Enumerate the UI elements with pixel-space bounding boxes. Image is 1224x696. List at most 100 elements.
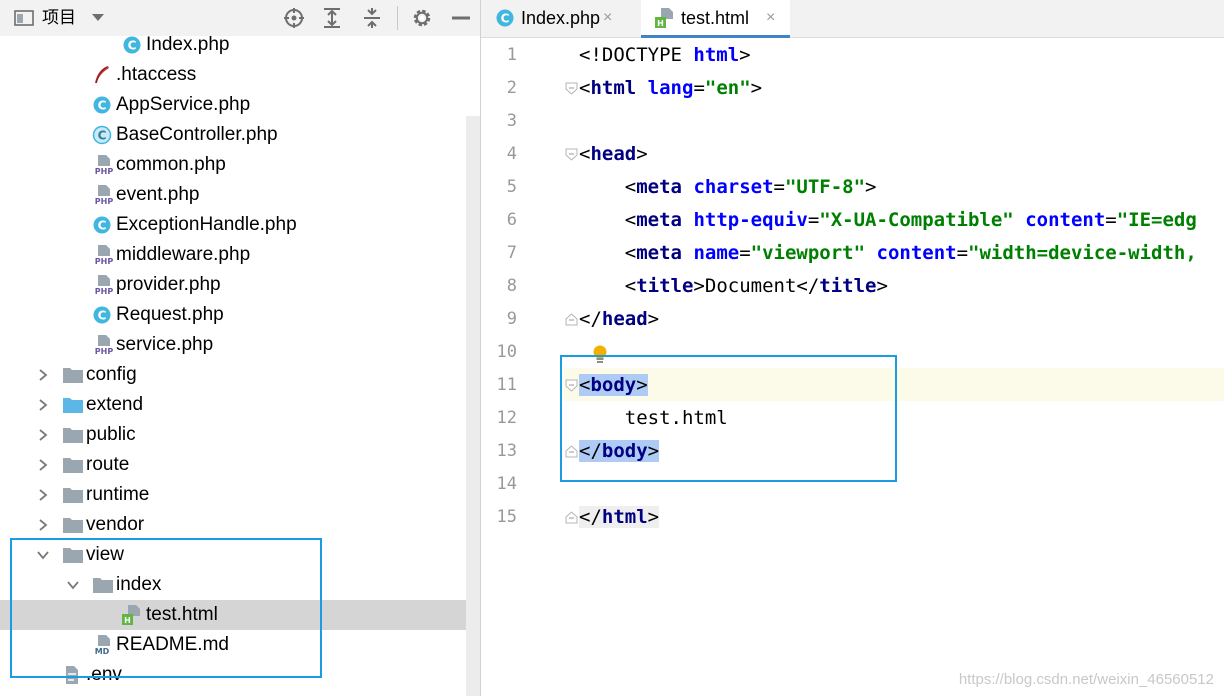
chevron-down-icon[interactable] bbox=[66, 578, 80, 592]
tree-item-label: Request.php bbox=[116, 304, 224, 325]
tree-file-row[interactable]: .env bbox=[0, 660, 480, 690]
tree-folder-row[interactable]: index bbox=[0, 570, 480, 600]
fold-open-icon[interactable] bbox=[565, 148, 578, 161]
tree-file-row[interactable]: PHP event.php bbox=[0, 180, 480, 210]
fold-open-icon[interactable] bbox=[565, 82, 578, 95]
code-token: > bbox=[693, 275, 705, 297]
code-line[interactable]: <title>Document</title> bbox=[579, 270, 888, 303]
code-line[interactable]: </html> bbox=[579, 501, 660, 534]
tree-file-row[interactable]: C BaseController.php bbox=[0, 120, 480, 150]
close-icon[interactable]: × bbox=[603, 0, 612, 36]
tree-file-row[interactable]: PHP common.php bbox=[0, 150, 480, 180]
lightbulb-icon[interactable] bbox=[591, 344, 609, 366]
code-token: <!DOCTYPE bbox=[579, 44, 694, 66]
tree-folder-row[interactable]: public bbox=[0, 420, 480, 450]
line-number-gutter: 1 2 3 4 5 6 7 8 9 10 11 12 13 14 15 bbox=[481, 38, 578, 696]
code-token: </ bbox=[796, 275, 820, 297]
chevron-right-icon[interactable] bbox=[36, 488, 50, 502]
code-token: head bbox=[590, 143, 637, 165]
code-line[interactable]: <body> bbox=[579, 369, 648, 402]
code-line[interactable]: <meta name="viewport" content="width=dev… bbox=[579, 237, 1197, 270]
chevron-right-icon[interactable] bbox=[36, 428, 50, 442]
tree-file-row[interactable]: C Index.php bbox=[0, 30, 480, 60]
code-token: = bbox=[773, 176, 785, 198]
code-line[interactable]: </body> bbox=[579, 435, 660, 468]
line-number: 9 bbox=[506, 309, 517, 329]
tree-file-row[interactable]: PHP middleware.php bbox=[0, 240, 480, 270]
code-token: "IE=edg bbox=[1116, 209, 1197, 231]
code-line[interactable]: <meta http-equiv="X-UA-Compatible" conte… bbox=[579, 204, 1197, 237]
tab-label: test.html bbox=[681, 8, 750, 28]
tree-scrollbar[interactable] bbox=[466, 116, 480, 696]
fold-close-icon[interactable] bbox=[565, 511, 578, 524]
code-line[interactable]: <!DOCTYPE html> bbox=[579, 39, 751, 72]
php-class-icon: C bbox=[122, 35, 142, 55]
chevron-right-icon[interactable] bbox=[36, 458, 50, 472]
editor-tab[interactable]: C Index.php × bbox=[481, 0, 627, 38]
code-token: "viewport" bbox=[750, 242, 866, 264]
tree-file-row[interactable]: C AppService.php bbox=[0, 90, 480, 120]
chevron-right-icon[interactable] bbox=[36, 398, 50, 412]
code-token: head bbox=[601, 308, 648, 330]
fold-close-icon[interactable] bbox=[565, 313, 578, 326]
source-folder-icon bbox=[62, 395, 83, 415]
code-line[interactable]: test.html bbox=[579, 402, 728, 435]
tree-folder-row[interactable]: extend bbox=[0, 390, 480, 420]
tree-file-row[interactable]: .htaccess bbox=[0, 60, 480, 90]
tree-item-label: AppService.php bbox=[116, 94, 251, 115]
code-line[interactable]: <html lang="en"> bbox=[579, 72, 762, 105]
svg-text:C: C bbox=[98, 99, 107, 113]
tree-item-label: vendor bbox=[86, 514, 145, 535]
tree-file-row[interactable]: C Request.php bbox=[0, 300, 480, 330]
fold-close-icon[interactable] bbox=[565, 445, 578, 458]
code-line[interactable]: </head> bbox=[579, 303, 659, 336]
tree-item-label: view bbox=[86, 544, 125, 565]
tree-file-row[interactable]: MD README.md bbox=[0, 630, 480, 660]
svg-text:H: H bbox=[124, 616, 131, 625]
tree-folder-row[interactable]: runtime bbox=[0, 480, 480, 510]
tree-item-label: BaseController.php bbox=[116, 124, 278, 145]
fold-open-icon[interactable] bbox=[565, 379, 578, 392]
tree-item-label: Index.php bbox=[146, 34, 230, 55]
code-token: title bbox=[636, 275, 694, 297]
tree-file-row[interactable]: PHP service.php bbox=[0, 330, 480, 360]
line-number: 7 bbox=[506, 243, 517, 263]
php-file-icon: PHP bbox=[92, 275, 116, 296]
tab-label: Index.php bbox=[521, 8, 601, 28]
editor-tab[interactable]: Htest.html × bbox=[641, 0, 790, 38]
php-file-icon: PHP bbox=[92, 245, 116, 266]
tree-file-row[interactable]: PHP provider.php bbox=[0, 270, 480, 300]
folder-icon bbox=[62, 485, 83, 505]
chevron-right-icon[interactable] bbox=[36, 368, 50, 382]
code-token: html bbox=[590, 77, 637, 99]
project-tool-window: 项目 C Index.php .htaccess C AppService.php C Ba… bbox=[0, 0, 480, 696]
folder-icon bbox=[62, 455, 83, 475]
code-token: lang bbox=[647, 77, 694, 99]
svg-text:H: H bbox=[657, 19, 664, 28]
tree-file-row[interactable]: Htest.html bbox=[0, 600, 480, 630]
php-file-icon: PHP bbox=[92, 155, 116, 176]
tree-item-label: service.php bbox=[116, 334, 214, 355]
tree-item-label: provider.php bbox=[116, 274, 221, 295]
php-file-icon: PHP bbox=[92, 335, 116, 356]
tree-folder-row[interactable]: config bbox=[0, 360, 480, 390]
code-token: < bbox=[624, 275, 637, 297]
code-token: html bbox=[601, 506, 648, 528]
tree-item-label: event.php bbox=[116, 184, 200, 205]
tree-folder-row[interactable]: view bbox=[0, 540, 480, 570]
chevron-right-icon[interactable] bbox=[36, 518, 50, 532]
tree-file-row[interactable]: C ExceptionHandle.php bbox=[0, 210, 480, 240]
tree-item-label: README.md bbox=[116, 634, 229, 655]
close-icon[interactable]: × bbox=[766, 0, 775, 36]
tree-folder-row[interactable]: route bbox=[0, 450, 480, 480]
tree-folder-row[interactable]: vendor bbox=[0, 510, 480, 540]
code-line[interactable]: <head> bbox=[579, 138, 648, 171]
code-line[interactable]: <meta charset="UTF-8"> bbox=[579, 171, 877, 204]
chevron-down-icon[interactable] bbox=[36, 548, 50, 562]
code-token: = bbox=[1105, 209, 1117, 231]
code-token: < bbox=[624, 209, 637, 231]
